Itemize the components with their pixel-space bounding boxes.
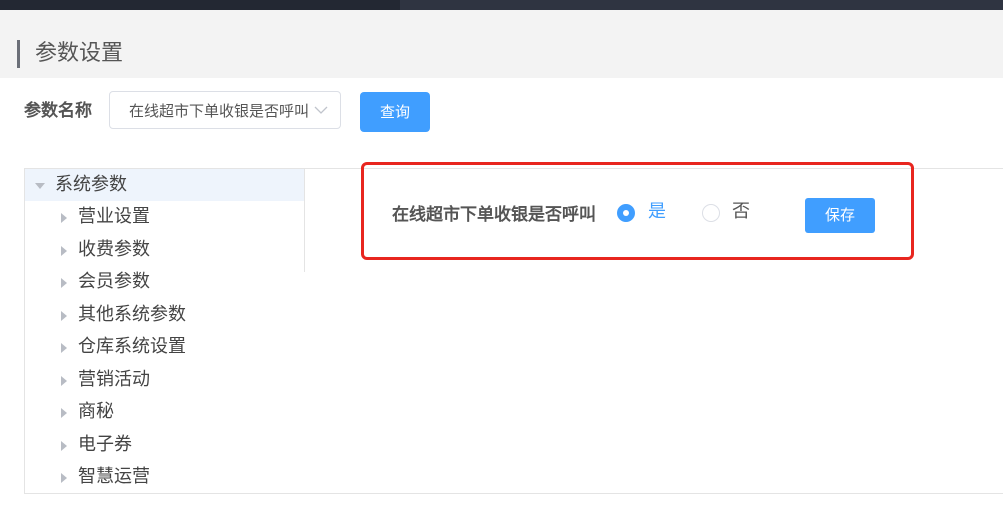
tree-node-label: 仓库系统设置 xyxy=(78,336,186,357)
caret-right-icon xyxy=(61,473,67,483)
tree-node-child[interactable]: 收费参数 xyxy=(25,234,304,266)
tree-node-label: 会员参数 xyxy=(78,271,150,292)
tree-node-label: 收费参数 xyxy=(78,239,150,260)
chevron-down-icon xyxy=(314,106,328,114)
param-name-select-value: 在线超市下单收银是否呼叫 xyxy=(129,102,309,120)
tree-right-border xyxy=(304,169,305,272)
save-button[interactable]: 保存 xyxy=(805,198,875,233)
caret-right-icon xyxy=(61,376,67,386)
tree-node-child[interactable]: 营销活动 xyxy=(25,364,304,396)
tree-node-label: 智慧运营 xyxy=(78,466,150,487)
radio-no[interactable] xyxy=(702,204,720,222)
tree-node-child[interactable]: 电子券 xyxy=(25,429,304,461)
radio-yes[interactable] xyxy=(617,204,635,222)
caret-right-icon xyxy=(61,408,67,418)
tree-node-child[interactable]: 智慧运营 xyxy=(25,461,304,493)
tree-node-label: 其他系统参数 xyxy=(78,304,186,325)
title-accent-bar xyxy=(17,40,20,68)
tree-node-child[interactable]: 会员参数 xyxy=(25,266,304,298)
param-name-label: 参数名称 xyxy=(24,101,92,121)
caret-right-icon xyxy=(61,343,67,353)
tree-node-label: 商秘 xyxy=(78,401,114,422)
param-name-select[interactable]: 在线超市下单收银是否呼叫 xyxy=(109,91,341,129)
caret-down-icon xyxy=(35,183,45,189)
page-title: 参数设置 xyxy=(35,41,124,66)
tree-node-label: 营销活动 xyxy=(78,369,150,390)
tree-node-label: 电子券 xyxy=(78,434,132,455)
tree-node-child[interactable]: 其他系统参数 xyxy=(25,299,304,331)
caret-right-icon xyxy=(61,246,67,256)
tree-node-child[interactable]: 仓库系统设置 xyxy=(25,331,304,363)
caret-right-icon xyxy=(61,311,67,321)
radio-no-label[interactable]: 否 xyxy=(732,200,750,224)
param-label: 在线超市下单收银是否呼叫 xyxy=(392,205,596,225)
top-bar xyxy=(0,0,1003,10)
caret-right-icon xyxy=(61,441,67,451)
tree-node-root[interactable]: 系统参数 xyxy=(25,169,304,201)
tree-node-label: 营业设置 xyxy=(78,206,150,227)
tree-node-child[interactable]: 营业设置 xyxy=(25,201,304,233)
page-header: 参数设置 xyxy=(0,10,1003,78)
caret-right-icon xyxy=(61,213,67,223)
query-button[interactable]: 查询 xyxy=(360,92,430,132)
caret-right-icon xyxy=(61,278,67,288)
tree-node-label: 系统参数 xyxy=(55,174,127,195)
radio-yes-label[interactable]: 是 xyxy=(648,200,666,224)
tree-node-child[interactable]: 商秘 xyxy=(25,396,304,428)
top-bar-segment xyxy=(0,0,400,10)
content-bottom-border xyxy=(304,493,1003,494)
